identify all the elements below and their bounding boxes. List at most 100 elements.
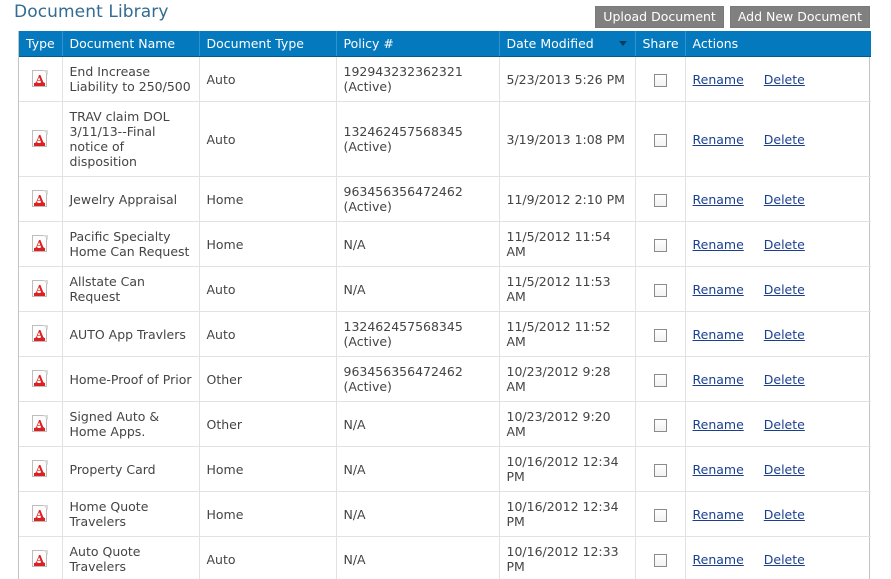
share-checkbox[interactable] [653, 73, 667, 87]
delete-link[interactable]: Delete [764, 552, 805, 567]
share-checkbox[interactable] [653, 238, 667, 252]
share-checkbox[interactable] [653, 553, 667, 567]
pdf-file-icon[interactable]: A [32, 130, 49, 148]
column-header-share[interactable]: Share [635, 31, 686, 57]
delete-link[interactable]: Delete [764, 462, 805, 477]
cell-share [635, 311, 686, 357]
pdf-file-icon[interactable]: A [32, 415, 49, 433]
rename-link[interactable]: Rename [693, 462, 744, 477]
cell-policy-number: 132462457568345 (Active) [336, 101, 500, 177]
delete-link[interactable]: Delete [764, 282, 805, 297]
delete-link[interactable]: Delete [764, 372, 805, 387]
pdf-file-icon[interactable]: A [32, 70, 49, 88]
cell-document-name: Jewelry Appraisal [62, 176, 200, 222]
column-header-policy-number[interactable]: Policy # [336, 31, 500, 57]
share-checkbox[interactable] [653, 508, 667, 522]
cell-actions: Rename Delete [685, 176, 871, 222]
cell-document-type: Auto [199, 56, 337, 102]
cell-policy-number: N/A [336, 446, 500, 492]
rename-link[interactable]: Rename [693, 282, 744, 297]
cell-actions: Rename Delete [685, 491, 871, 537]
delete-link[interactable]: Delete [764, 327, 805, 342]
rename-link[interactable]: Rename [693, 72, 744, 87]
column-header-date-modified-label: Date Modified [506, 35, 594, 51]
rename-link[interactable]: Rename [693, 192, 744, 207]
table-row: A Home Quote Travelers Home N/A 10/16/2012 1… [19, 491, 871, 537]
rename-link[interactable]: Rename [693, 417, 744, 432]
column-header-type[interactable]: Type [19, 31, 63, 57]
cell-type: A [19, 266, 63, 312]
column-header-document-name-label: Document Name [69, 35, 176, 51]
cell-share [635, 401, 686, 447]
column-header-document-name[interactable]: Document Name [62, 31, 200, 57]
pdf-file-icon[interactable]: A [32, 460, 49, 478]
cell-actions: Rename Delete [685, 446, 871, 492]
share-checkbox[interactable] [653, 463, 667, 477]
share-checkbox[interactable] [653, 283, 667, 297]
cell-date-modified: 11/5/2012 11:53 AM [499, 266, 636, 312]
cell-type: A [19, 221, 63, 267]
cell-policy-number: 132462457568345 (Active) [336, 311, 500, 357]
cell-actions: Rename Delete [685, 56, 871, 102]
table-header-row: Type Document Name Document Type Policy … [19, 31, 871, 57]
cell-document-name: Home Quote Travelers [62, 491, 200, 537]
column-header-date-modified[interactable]: Date Modified [499, 31, 636, 57]
rename-link[interactable]: Rename [693, 372, 744, 387]
pdf-file-icon[interactable]: A [32, 550, 49, 568]
cell-actions: Rename Delete [685, 221, 871, 267]
header-button-group: Upload Document Add New Document [595, 6, 870, 28]
cell-type: A [19, 536, 63, 579]
column-header-policy-number-label: Policy # [343, 35, 394, 51]
cell-date-modified: 10/16/2012 12:33 PM [499, 536, 636, 579]
pdf-file-icon[interactable]: A [32, 190, 49, 208]
upload-document-button[interactable]: Upload Document [595, 6, 724, 28]
cell-share [635, 356, 686, 402]
column-header-document-type-label: Document Type [206, 35, 304, 51]
cell-share [635, 101, 686, 177]
rename-link[interactable]: Rename [693, 552, 744, 567]
delete-link[interactable]: Delete [764, 132, 805, 147]
cell-document-name: Property Card [62, 446, 200, 492]
page-title: Document Library [14, 2, 169, 22]
share-checkbox[interactable] [653, 133, 667, 147]
cell-type: A [19, 176, 63, 222]
cell-type: A [19, 356, 63, 402]
column-header-share-label: Share [642, 35, 679, 51]
column-header-document-type[interactable]: Document Type [199, 31, 337, 57]
pdf-file-icon[interactable]: A [32, 370, 49, 388]
delete-link[interactable]: Delete [764, 192, 805, 207]
document-table: Type Document Name Document Type Policy … [19, 31, 871, 579]
share-checkbox[interactable] [653, 328, 667, 342]
share-checkbox[interactable] [653, 418, 667, 432]
cell-actions: Rename Delete [685, 536, 871, 579]
delete-link[interactable]: Delete [764, 72, 805, 87]
table-row: A AUTO App Travlers Auto 132462457568345 (A… [19, 311, 871, 357]
cell-actions: Rename Delete [685, 401, 871, 447]
add-new-document-button[interactable]: Add New Document [729, 6, 870, 28]
share-checkbox[interactable] [653, 373, 667, 387]
pdf-file-icon[interactable]: A [32, 235, 49, 253]
delete-link[interactable]: Delete [764, 507, 805, 522]
cell-document-name: AUTO App Travlers [62, 311, 200, 357]
cell-document-name: Allstate Can Request [62, 266, 200, 312]
rename-link[interactable]: Rename [693, 132, 744, 147]
cell-actions: Rename Delete [685, 101, 871, 177]
rename-link[interactable]: Rename [693, 507, 744, 522]
cell-document-type: Other [199, 401, 337, 447]
pdf-file-icon[interactable]: A [32, 280, 49, 298]
table-row: A End Increase Liability to 250/500 Auto 19… [19, 56, 871, 102]
cell-document-type: Other [199, 356, 337, 402]
share-checkbox[interactable] [653, 193, 667, 207]
delete-link[interactable]: Delete [764, 417, 805, 432]
table-row: A Allstate Can Request Auto N/A 11/5/2012 11… [19, 266, 871, 312]
delete-link[interactable]: Delete [764, 237, 805, 252]
cell-date-modified: 10/16/2012 12:34 PM [499, 491, 636, 537]
document-library-page: Document Library Upload Document Add New… [0, 0, 891, 579]
rename-link[interactable]: Rename [693, 327, 744, 342]
pdf-file-icon[interactable]: A [32, 505, 49, 523]
cell-document-type: Auto [199, 536, 337, 579]
rename-link[interactable]: Rename [693, 237, 744, 252]
table-row: A Signed Auto & Home Apps. Other N/A 10/23/2… [19, 401, 871, 447]
pdf-file-icon[interactable]: A [32, 325, 49, 343]
table-row: A TRAV claim DOL 3/11/13--Final notice of… [19, 101, 871, 177]
